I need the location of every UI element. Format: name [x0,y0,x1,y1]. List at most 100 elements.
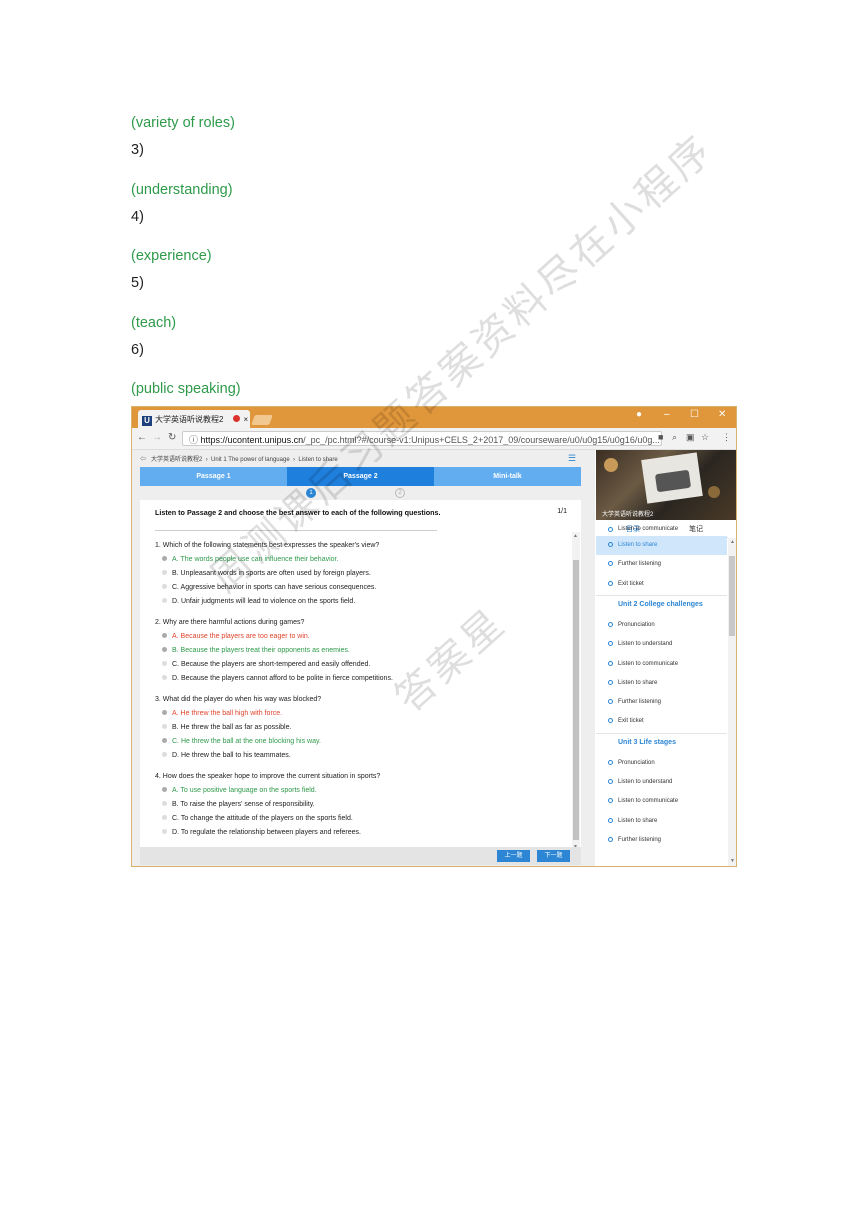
menu-icon[interactable]: ⋮ [722,432,731,443]
sidebar-item[interactable]: Exit ticket [596,575,727,594]
answer-option-label: A. The words people use can influence th… [172,556,339,563]
tab-passage-1[interactable]: Passage 1 [140,467,287,486]
sidebar-item[interactable]: Listen to communicate [596,792,727,811]
answer-option[interactable]: A. He threw the ball high with force. [162,710,282,717]
unit-heading[interactable]: Unit 3 Life stages [618,739,676,746]
sidebar-item[interactable]: Listen to share [596,674,727,693]
sidebar-item[interactable]: Listen to communicate [596,655,727,674]
next-question-button[interactable]: 下一题 [537,850,570,862]
prev-question-button[interactable]: 上一题 [497,850,530,862]
breadcrumb-course[interactable]: 大学英语听说教程2 [151,457,202,463]
doc-line: (variety of roles) [131,115,235,131]
tab-passage-3[interactable]: Mini-talk [434,467,581,486]
answer-option[interactable]: B. Unpleasant words in sports are often … [162,570,371,577]
maximize-icon[interactable]: ☐ [690,409,699,420]
question-scrollbar[interactable]: ▲ ▼ [572,532,580,852]
page-indicator: 1/1 [557,508,567,515]
sidebar-item[interactable]: Listen to communicate [596,526,727,536]
answer-option-label: C. To change the attitude of the players… [172,815,353,822]
answer-option[interactable]: B. To raise the players' sense of respon… [162,801,315,808]
radio-icon[interactable] [162,598,167,603]
back-arrow-icon[interactable]: ⇦ [140,457,146,463]
breadcrumb-unit[interactable]: Unit 1 The power of language [211,457,290,463]
step-2[interactable]: 2 [395,488,405,498]
circle-bullet-icon [608,561,613,567]
sidebar-item[interactable]: Pronunciation [596,754,727,773]
answer-option[interactable]: A. The words people use can influence th… [162,556,338,563]
radio-icon[interactable] [162,829,167,834]
close-window-icon[interactable]: ✕ [718,409,726,420]
circle-bullet-icon [608,679,613,685]
radio-icon[interactable] [162,710,167,715]
question-card: Listen to Passage 2 and choose the best … [140,500,581,856]
answer-option[interactable]: C. Because the players are short-tempere… [162,661,370,668]
sidebar-item[interactable]: Pronunciation [596,616,727,635]
step-1[interactable]: 1 [306,488,316,498]
circle-bullet-icon [608,527,613,532]
answer-option[interactable]: B. He threw the ball as far as possible. [162,724,291,731]
radio-icon[interactable] [162,647,167,652]
radio-icon[interactable] [162,675,167,680]
sidebar-item[interactable]: Further listening [596,831,727,850]
doc-line: 4) [131,209,144,225]
radio-icon[interactable] [162,570,167,575]
answer-option[interactable]: B. Because the players treat their oppon… [162,647,350,654]
translate-icon[interactable]: ▣ [686,432,695,443]
sidebar-scrollbar[interactable]: ▲ ▼ [728,538,736,866]
sidebar-item[interactable]: Further listening [596,693,727,712]
unit-heading[interactable]: Unit 2 College challenges [618,601,703,608]
answer-option[interactable]: D. He threw the ball to his teammates. [162,752,291,759]
answer-option-label: D. Unfair judgments will lead to violenc… [172,598,356,605]
scroll-thumb[interactable] [573,560,579,840]
radio-icon[interactable] [162,661,167,666]
new-tab-button[interactable] [251,415,273,425]
answer-option[interactable]: D. To regulate the relationship between … [162,829,361,836]
tab-passage-2[interactable]: Passage 2 [287,467,434,486]
answer-option[interactable]: C. Aggressive behavior in sports can hav… [162,584,376,591]
star-icon[interactable]: ☆ [701,432,709,443]
sidebar-item-label: Pronunciation [618,759,655,766]
user-icon[interactable]: ● [636,409,642,420]
back-icon[interactable]: ← [137,432,147,443]
radio-icon[interactable] [162,633,167,638]
camera-icon[interactable]: ■ [658,432,663,442]
radio-icon[interactable] [162,752,167,757]
sidebar-item[interactable]: Listen to share [596,812,727,831]
minimize-icon[interactable]: – [664,409,670,420]
answer-option[interactable]: C. He threw the ball at the one blocking… [162,738,321,745]
scroll-up-icon[interactable]: ▲ [573,533,578,539]
sidebar-item[interactable]: Listen to understand [596,635,727,654]
sidebar-item-label: Listen to share [618,542,658,548]
tab-close-icon[interactable]: × [243,415,248,424]
radio-icon[interactable] [162,738,167,743]
doc-line: 5) [131,275,144,291]
url-input[interactable]: ⓘ https://ucontent.unipus.cn/_pc_/pc.htm… [182,431,662,446]
scroll-down-icon[interactable]: ▼ [730,858,735,864]
radio-icon[interactable] [162,787,167,792]
scroll-up-icon[interactable]: ▲ [730,539,735,545]
zoom-icon[interactable]: ⌕ [672,432,677,443]
sidebar-item[interactable]: Listen to understand [596,773,727,792]
answer-option-label: B. Because the players treat their oppon… [172,647,350,654]
question-text: 2. Why are there harmful actions during … [155,619,305,626]
radio-icon[interactable] [162,556,167,561]
answer-option[interactable]: A. Because the players are too eager to … [162,633,310,640]
scroll-thumb[interactable] [729,556,735,636]
answer-option[interactable]: D. Because the players cannot afford to … [162,675,393,682]
answer-option[interactable]: D. Unfair judgments will lead to violenc… [162,598,355,605]
hamburger-icon[interactable]: ☰ [568,453,576,464]
circle-bullet-icon [608,817,613,823]
answer-option[interactable]: C. To change the attitude of the players… [162,815,353,822]
radio-icon[interactable] [162,815,167,820]
forward-icon[interactable]: → [152,432,162,443]
radio-icon[interactable] [162,801,167,806]
sidebar-item[interactable]: Listen to share [596,536,727,555]
reload-icon[interactable]: ↻ [168,432,176,443]
sidebar-item[interactable]: Further listening [596,555,727,574]
browser-tab[interactable]: U 大学英语听说教程2 × [138,410,250,428]
sidebar-item[interactable]: Exit ticket [596,712,727,731]
radio-icon[interactable] [162,584,167,589]
radio-icon[interactable] [162,724,167,729]
sidebar-item-label: Pronunciation [618,621,655,628]
answer-option[interactable]: A. To use positive language on the sport… [162,787,317,794]
